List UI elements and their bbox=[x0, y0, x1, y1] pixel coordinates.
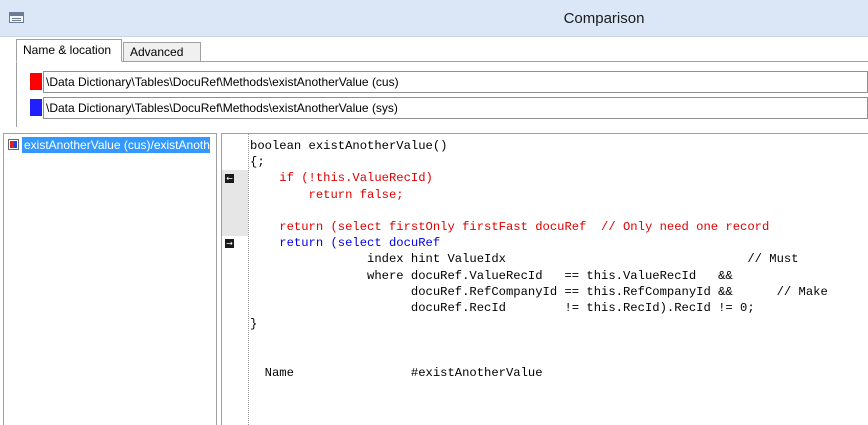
code-line: } bbox=[250, 317, 258, 332]
code-line: if (!this.ValueRecId) bbox=[250, 171, 433, 186]
path-field-cus[interactable]: \Data Dictionary\Tables\DocuRef\Methods\… bbox=[43, 71, 868, 93]
path-row-cus: \Data Dictionary\Tables\DocuRef\Methods\… bbox=[30, 71, 868, 93]
code-line: return (select docuRef bbox=[250, 236, 441, 251]
tree-item-label: existAnotherValue (cus)/existAnotherValu… bbox=[22, 137, 210, 153]
code-line: where docuRef.ValueRecId == this.ValueRe… bbox=[250, 268, 733, 283]
code-text: boolean existAnotherValue() {; if (!this.… bbox=[250, 138, 828, 381]
title-bar: Comparison bbox=[0, 0, 868, 37]
code-line: boolean existAnotherValue() bbox=[250, 139, 448, 153]
arrow-right-icon[interactable]: → bbox=[225, 239, 234, 248]
tab-advanced[interactable]: Advanced bbox=[123, 42, 201, 62]
path-row-sys: \Data Dictionary\Tables\DocuRef\Methods\… bbox=[30, 97, 868, 119]
code-line: index hint ValueIdx // Must bbox=[250, 252, 799, 267]
cus-color-swatch bbox=[30, 73, 42, 90]
code-line: docuRef.RecId != this.RecId).RecId != 0; bbox=[250, 300, 755, 315]
window-title: Comparison bbox=[563, 10, 645, 27]
code-line: {; bbox=[250, 155, 265, 170]
sys-color-swatch bbox=[30, 99, 42, 116]
path-field-sys[interactable]: \Data Dictionary\Tables\DocuRef\Methods\… bbox=[43, 97, 868, 119]
comparison-tree[interactable]: existAnotherValue (cus)/existAnotherValu… bbox=[3, 133, 217, 425]
tree-item-existanothervalue[interactable]: existAnotherValue (cus)/existAnotherValu… bbox=[8, 137, 210, 153]
code-diff-view[interactable]: ← → boolean existAnotherValue() {; if (!t… bbox=[221, 133, 868, 425]
code-line: Name #existAnotherValue bbox=[250, 365, 543, 380]
diff-gutter: ← → bbox=[222, 134, 249, 425]
arrow-left-icon[interactable]: ← bbox=[225, 174, 234, 183]
code-line: return false; bbox=[250, 187, 404, 202]
tab-name-location[interactable]: Name & location bbox=[16, 39, 122, 62]
compare-node-icon bbox=[8, 139, 19, 150]
code-line: docuRef.RefCompanyId == this.RefCompanyI… bbox=[250, 284, 828, 299]
code-line: return (select firstOnly firstFast docuR… bbox=[250, 219, 770, 234]
